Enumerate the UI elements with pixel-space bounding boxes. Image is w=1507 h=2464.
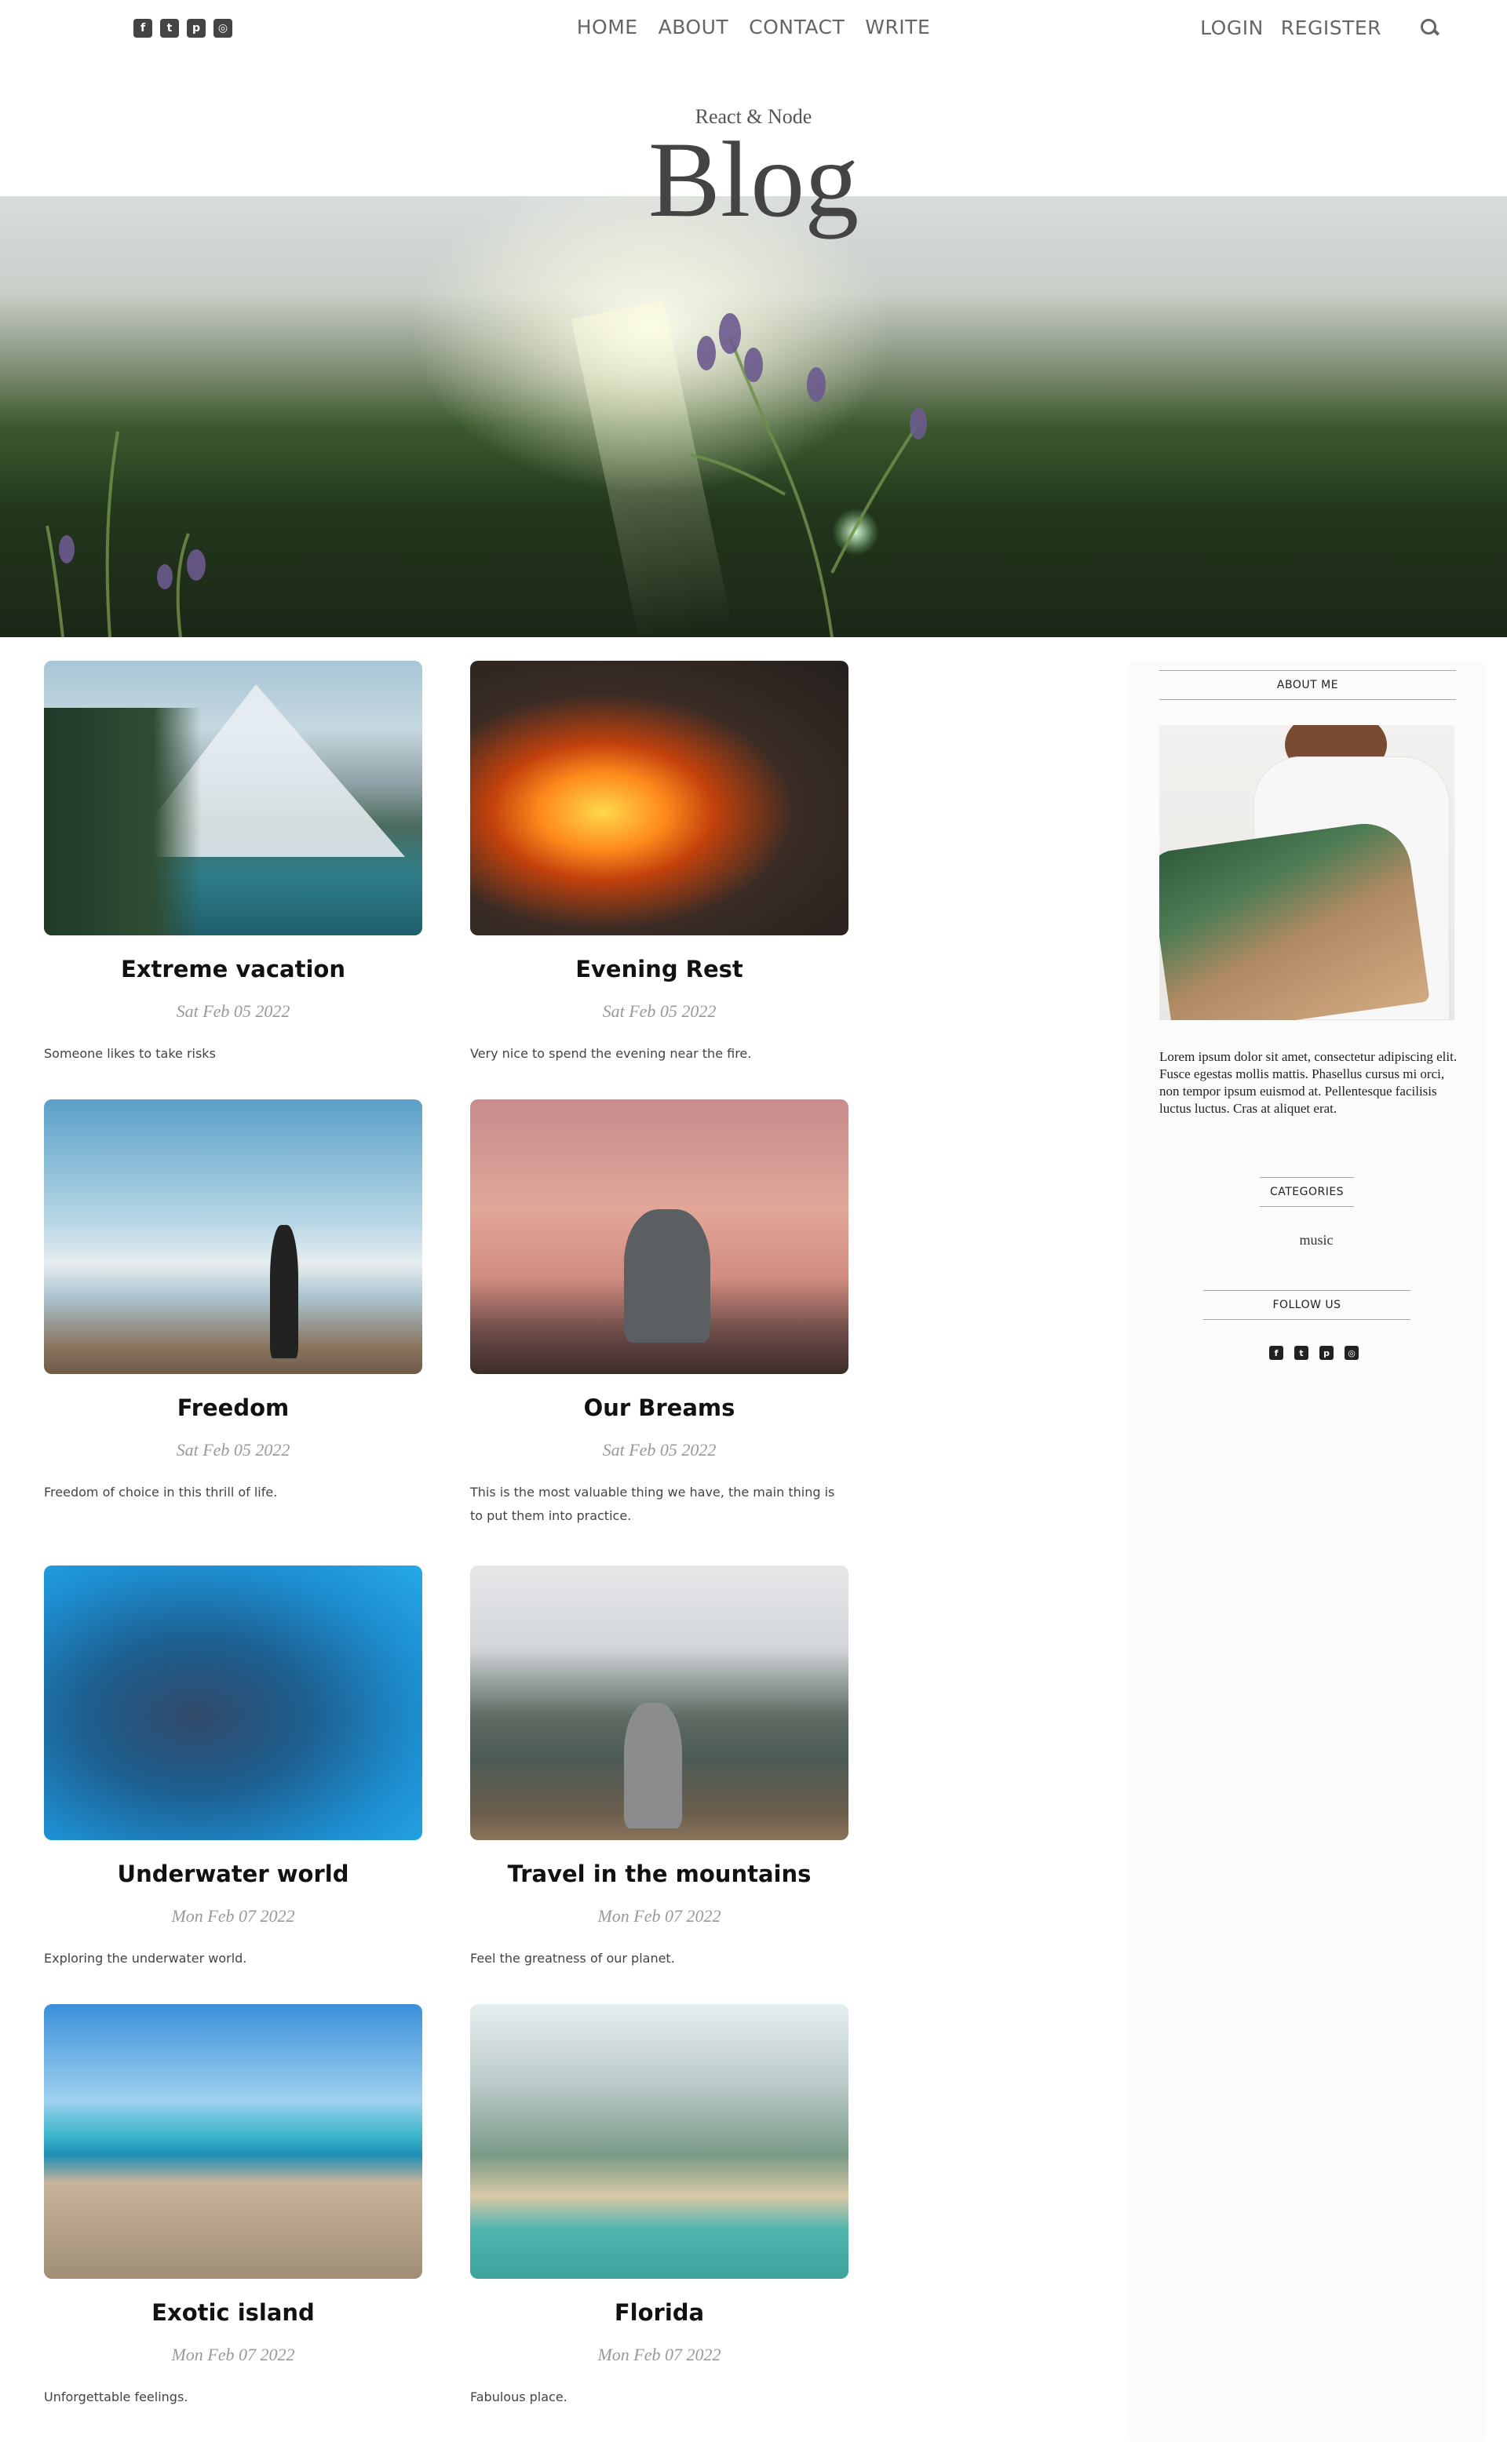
header-hero-image xyxy=(0,196,1507,637)
sidebar: ABOUT ME Lorem ipsum dolor sit amet, con… xyxy=(1128,661,1486,2442)
post-card[interactable]: Travel in the mountains Mon Feb 07 2022 … xyxy=(470,1566,848,1970)
post-date: Sat Feb 05 2022 xyxy=(602,1440,717,1460)
post-title[interactable]: Freedom xyxy=(44,1394,422,1421)
post-description: Exploring the underwater world. xyxy=(44,1951,247,1966)
post-card[interactable]: Underwater world Mon Feb 07 2022 Explori… xyxy=(44,1566,422,1970)
post-image[interactable] xyxy=(44,661,422,935)
about-me-text: Lorem ipsum dolor sit amet, consectetur … xyxy=(1159,1049,1458,1116)
post-title[interactable]: Florida xyxy=(470,2299,848,2326)
top-bar: f t p ◎ HOME ABOUT CONTACT WRITE LOGIN R… xyxy=(0,0,1507,56)
post-image[interactable] xyxy=(470,1099,848,1374)
post-card[interactable]: Exotic island Mon Feb 07 2022 Unforgetta… xyxy=(44,2004,422,2409)
post-title[interactable]: Extreme vacation xyxy=(44,956,422,982)
post-description: Fabulous place. xyxy=(470,2389,567,2404)
post-card[interactable]: Our Breams Sat Feb 05 2022 This is the m… xyxy=(470,1099,848,1528)
post-card[interactable]: Florida Mon Feb 07 2022 Fabulous place. xyxy=(470,2004,848,2409)
follow-us-title: FOLLOW US xyxy=(1203,1290,1410,1320)
post-description: This is the most valuable thing we have,… xyxy=(470,1485,835,1523)
post-title[interactable]: Underwater world xyxy=(44,1861,422,1887)
pinterest-square-icon[interactable]: p xyxy=(1319,1346,1334,1360)
search-icon[interactable] xyxy=(1416,16,1444,39)
post-description: Freedom of choice in this thrill of life… xyxy=(44,1485,278,1500)
post-card[interactable]: Evening Rest Sat Feb 05 2022 Very nice t… xyxy=(470,661,848,1066)
post-date: Mon Feb 07 2022 xyxy=(171,2345,295,2364)
categories-title: CATEGORIES xyxy=(1260,1177,1354,1207)
post-description: Feel the greatness of our planet. xyxy=(470,1951,675,1966)
post-image[interactable] xyxy=(470,2004,848,2279)
sidebar-social-links: f t p ◎ xyxy=(1269,1346,1359,1360)
post-date: Sat Feb 05 2022 xyxy=(176,1001,290,1021)
post-date: Mon Feb 07 2022 xyxy=(171,1906,295,1926)
post-description: Unforgettable feelings. xyxy=(44,2389,188,2404)
post-title[interactable]: Exotic island xyxy=(44,2299,422,2326)
hero-flowers xyxy=(46,313,927,637)
menu-item-contact[interactable]: CONTACT xyxy=(749,16,845,38)
post-date: Mon Feb 07 2022 xyxy=(597,1906,721,1926)
register-link[interactable]: REGISTER xyxy=(1281,16,1381,39)
twitter-square-icon[interactable]: t xyxy=(1294,1346,1308,1360)
post-image[interactable] xyxy=(44,1566,422,1840)
instagram-square-icon[interactable]: ◎ xyxy=(1345,1346,1359,1360)
post-title[interactable]: Travel in the mountains xyxy=(470,1861,848,1887)
post-image[interactable] xyxy=(44,2004,422,2279)
auth-links: LOGIN REGISTER xyxy=(1200,16,1444,39)
post-title[interactable]: Our Breams xyxy=(470,1394,848,1421)
login-link[interactable]: LOGIN xyxy=(1200,16,1264,39)
about-me-image xyxy=(1159,725,1454,1020)
menu-item-write[interactable]: WRITE xyxy=(865,16,930,38)
post-title[interactable]: Evening Rest xyxy=(470,956,848,982)
post-image[interactable] xyxy=(44,1099,422,1374)
post-card[interactable]: Extreme vacation Sat Feb 05 2022 Someone… xyxy=(44,661,422,1066)
post-date: Sat Feb 05 2022 xyxy=(176,1440,290,1460)
menu-item-home[interactable]: HOME xyxy=(577,16,638,38)
post-description: Very nice to spend the evening near the … xyxy=(470,1046,752,1061)
header-title: Blog xyxy=(648,119,859,239)
post-image[interactable] xyxy=(470,1566,848,1840)
post-description: Someone likes to take risks xyxy=(44,1046,216,1061)
menu-item-about[interactable]: ABOUT xyxy=(659,16,729,38)
facebook-square-icon[interactable]: f xyxy=(1269,1346,1283,1360)
category-item-music[interactable]: music xyxy=(1128,1232,1486,1248)
about-me-title: ABOUT ME xyxy=(1159,670,1456,700)
post-date: Sat Feb 05 2022 xyxy=(602,1001,717,1021)
post-image[interactable] xyxy=(470,661,848,935)
post-date: Mon Feb 07 2022 xyxy=(597,2345,721,2364)
post-card[interactable]: Freedom Sat Feb 05 2022 Freedom of choic… xyxy=(44,1099,422,1504)
